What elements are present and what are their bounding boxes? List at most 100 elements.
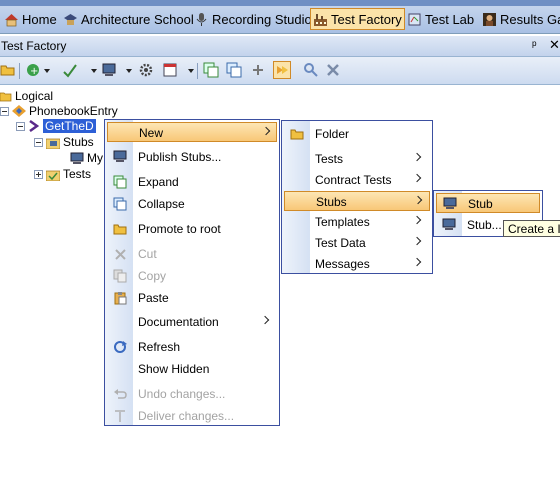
run-test-icon[interactable] bbox=[62, 62, 78, 78]
computer-icon bbox=[443, 197, 458, 211]
collapse-icon bbox=[113, 197, 128, 211]
perspective-recording-studio-label: Recording Studio bbox=[212, 11, 312, 27]
folder-icon bbox=[113, 222, 128, 236]
menu-item-expand[interactable]: Expand bbox=[107, 172, 277, 192]
menu-item-publish-stubs[interactable]: Publish Stubs... bbox=[107, 147, 277, 167]
stubs-folder-icon bbox=[45, 136, 61, 149]
toolbar-separator bbox=[19, 63, 20, 79]
folder-icon bbox=[0, 90, 12, 102]
menu-item-paste-label: Paste bbox=[138, 291, 169, 305]
new-resource-dropdown[interactable] bbox=[44, 69, 50, 73]
menu-item-collapse[interactable]: Collapse bbox=[107, 194, 277, 214]
menu-item-collapse-label: Collapse bbox=[138, 197, 185, 211]
menu-item-tests[interactable]: Tests bbox=[284, 149, 430, 169]
tree-node-stub-my[interactable]: My bbox=[70, 150, 103, 166]
clear-icon[interactable] bbox=[325, 62, 341, 78]
expand-all-icon[interactable] bbox=[203, 62, 219, 78]
expand-toggle[interactable] bbox=[34, 169, 43, 179]
factory-icon bbox=[313, 12, 328, 27]
refresh-icon bbox=[113, 340, 128, 354]
chevron-right-icon bbox=[261, 126, 271, 136]
menu-item-paste[interactable]: Paste bbox=[107, 288, 277, 308]
gear-icon[interactable] bbox=[138, 62, 154, 78]
menu-item-tests-label: Tests bbox=[315, 152, 344, 166]
tree-node-phonebook-entry[interactable]: PhonebookEntry bbox=[0, 103, 118, 119]
component-icon bbox=[12, 105, 26, 117]
open-folder-icon[interactable] bbox=[0, 62, 16, 78]
tests-folder-icon bbox=[45, 168, 61, 181]
menu-item-new-label: New bbox=[139, 126, 164, 140]
pin-view-button[interactable]: ᵖ bbox=[532, 38, 537, 52]
perspective-results-gallery[interactable]: Results Ga bbox=[480, 8, 560, 30]
collapse-toggle[interactable] bbox=[34, 137, 43, 147]
perspective-home-label: Home bbox=[22, 11, 57, 27]
collapse-toggle[interactable] bbox=[16, 121, 25, 131]
folder-icon bbox=[290, 127, 305, 141]
chevron-right-icon bbox=[412, 173, 422, 183]
menu-item-folder-label: Folder bbox=[315, 127, 350, 141]
graduation-cap-icon bbox=[63, 12, 78, 27]
link-icon[interactable] bbox=[250, 62, 266, 78]
chevron-right-icon bbox=[413, 195, 423, 205]
computer-icon bbox=[113, 150, 128, 164]
menu-item-show-hidden[interactable]: Show Hidden bbox=[107, 359, 277, 379]
window-top-strip bbox=[0, 0, 560, 6]
tree-node-stub-my-label: My bbox=[87, 151, 103, 165]
tree-node-stubs[interactable]: Stubs bbox=[34, 134, 94, 150]
menu-item-stubs-label: Stubs bbox=[316, 195, 347, 209]
menu-item-refresh-label: Refresh bbox=[138, 340, 181, 354]
menu-item-deliver-changes-label: Deliver changes... bbox=[138, 409, 235, 423]
menu-item-new[interactable]: New bbox=[107, 122, 277, 142]
search-icon[interactable] bbox=[303, 62, 319, 78]
menu-item-folder[interactable]: Folder bbox=[284, 124, 430, 144]
menu-item-refresh[interactable]: Refresh bbox=[107, 337, 277, 357]
expand-icon bbox=[113, 175, 128, 189]
calendar-dropdown[interactable] bbox=[188, 69, 194, 73]
tree-node-tests[interactable]: Tests bbox=[34, 166, 91, 182]
calendar-icon[interactable] bbox=[162, 62, 178, 78]
run-test-dropdown[interactable] bbox=[91, 69, 97, 73]
menu-item-test-data-label: Test Data bbox=[315, 236, 366, 250]
menu-item-cut-label: Cut bbox=[138, 247, 157, 261]
computer-dropdown[interactable] bbox=[126, 69, 132, 73]
menu-item-test-data[interactable]: Test Data bbox=[284, 233, 430, 253]
menu-item-cut[interactable]: Cut bbox=[107, 244, 277, 264]
copy-icon bbox=[113, 269, 128, 283]
tree-node-selected-label: GetTheD bbox=[43, 119, 96, 133]
collapse-toggle[interactable] bbox=[0, 106, 9, 116]
computer-icon[interactable] bbox=[101, 62, 117, 78]
menu-item-deliver-changes[interactable]: Deliver changes... bbox=[107, 406, 277, 426]
perspective-recording-studio[interactable]: Recording Studio bbox=[192, 8, 314, 30]
tree-node-logical-label: Logical bbox=[15, 89, 54, 103]
menu-item-copy[interactable]: Copy bbox=[107, 266, 277, 286]
menu-item-templates[interactable]: Templates bbox=[284, 212, 430, 232]
perspective-test-lab[interactable]: Test Lab bbox=[405, 8, 476, 30]
menu-item-undo-changes[interactable]: Undo changes... bbox=[107, 384, 277, 404]
menu-item-stubs[interactable]: Stubs bbox=[284, 191, 430, 211]
new-submenu: Folder Tests Contract Tests Stubs Templa… bbox=[281, 120, 433, 274]
menu-item-promote-to-root[interactable]: Promote to root bbox=[107, 219, 277, 239]
chevron-right-icon bbox=[412, 236, 422, 246]
menu-item-contract-tests[interactable]: Contract Tests bbox=[284, 170, 430, 190]
menu-item-stub-label: Stub bbox=[468, 197, 493, 211]
perspective-test-factory[interactable]: Test Factory bbox=[310, 8, 405, 30]
results-gallery-icon bbox=[482, 12, 497, 27]
menu-item-messages[interactable]: Messages bbox=[284, 254, 430, 274]
perspective-home[interactable]: Home bbox=[2, 8, 59, 30]
tree-node-selected[interactable]: GetTheD bbox=[16, 118, 96, 134]
menu-item-stub[interactable]: Stub bbox=[436, 193, 540, 213]
scissors-icon bbox=[113, 247, 128, 261]
close-view-button[interactable]: ✕ bbox=[549, 37, 560, 53]
menu-item-publish-stubs-label: Publish Stubs... bbox=[138, 150, 222, 164]
menu-item-documentation-label: Documentation bbox=[138, 315, 219, 329]
perspective-test-lab-label: Test Lab bbox=[425, 11, 475, 27]
perspective-architecture-school[interactable]: Architecture School bbox=[61, 8, 196, 30]
link-with-editor-icon[interactable] bbox=[273, 61, 291, 79]
chevron-right-icon bbox=[412, 215, 422, 225]
tree-node-logical[interactable]: Logical bbox=[0, 88, 53, 104]
chevron-right-icon bbox=[412, 257, 422, 267]
collapse-all-icon[interactable] bbox=[226, 62, 242, 78]
paste-icon bbox=[113, 291, 128, 305]
new-resource-icon[interactable]: + bbox=[25, 62, 41, 78]
menu-item-documentation[interactable]: Documentation bbox=[107, 312, 277, 332]
